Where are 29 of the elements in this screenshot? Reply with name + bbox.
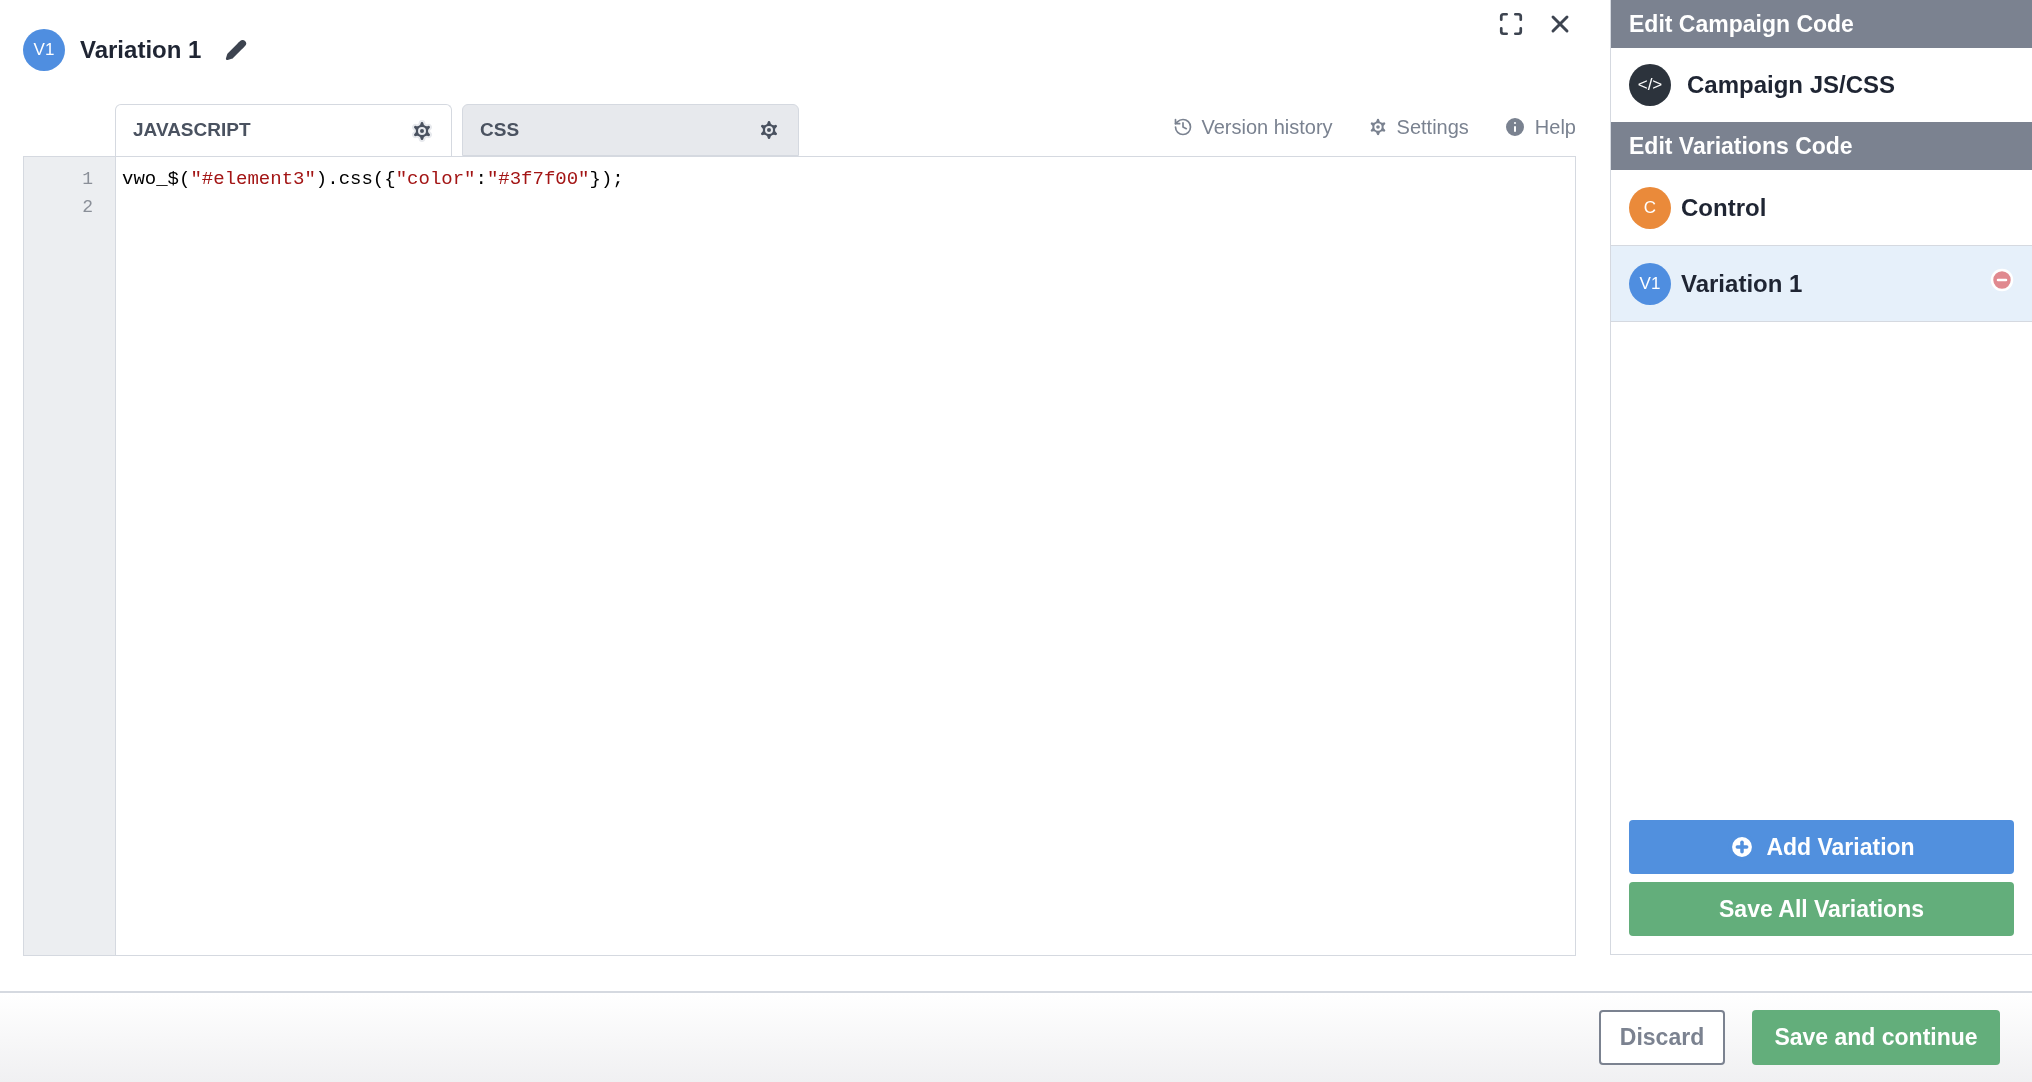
- code-editor[interactable]: 1 2 vwo_$("#element3").css({"color":"#3f7f00"});: [23, 156, 1576, 956]
- history-icon: [1173, 117, 1194, 137]
- add-variation-button[interactable]: Add Variation: [1629, 820, 2014, 874]
- discard-button[interactable]: Discard: [1599, 1010, 1725, 1065]
- save-all-button[interactable]: Save All Variations: [1629, 882, 2014, 936]
- variation-item[interactable]: V1 Variation 1: [1611, 246, 2032, 322]
- campaign-item[interactable]: </> Campaign JS/CSS: [1611, 48, 2032, 122]
- toolbar-link[interactable]: Help: [1502, 112, 1576, 142]
- line-number: 1: [82, 169, 93, 189]
- toolbar-link[interactable]: Version history: [1173, 112, 1333, 142]
- save-continue-button[interactable]: Save and continue: [1752, 1010, 2000, 1065]
- edit-icon[interactable]: [225, 39, 248, 61]
- settings-icon[interactable]: [410, 118, 434, 143]
- variation-label: Variation 1: [1681, 268, 1804, 299]
- code-line: vwo_$("#element3").css({"color":"#3f7f00"});: [122, 168, 624, 190]
- variation-label: Control: [1681, 192, 1768, 223]
- section-header: Edit Variations Code: [1611, 122, 2032, 170]
- code-icon: </>: [1629, 64, 1671, 106]
- variation-badge: C: [1629, 186, 1671, 229]
- variation-badge: V1: [23, 29, 65, 71]
- editor-tab[interactable]: CSS: [462, 104, 799, 156]
- variation-badge: V1: [1629, 262, 1671, 305]
- variation-title: Variation 1: [80, 35, 202, 65]
- section-header: Edit Campaign Code: [1611, 0, 2032, 48]
- fullscreen-icon[interactable]: [1498, 11, 1524, 37]
- line-number: 2: [82, 197, 93, 217]
- remove-icon[interactable]: [1990, 267, 2014, 292]
- toolbar-link[interactable]: Settings: [1366, 112, 1469, 142]
- editor-tab[interactable]: JAVASCRIPT: [115, 104, 452, 157]
